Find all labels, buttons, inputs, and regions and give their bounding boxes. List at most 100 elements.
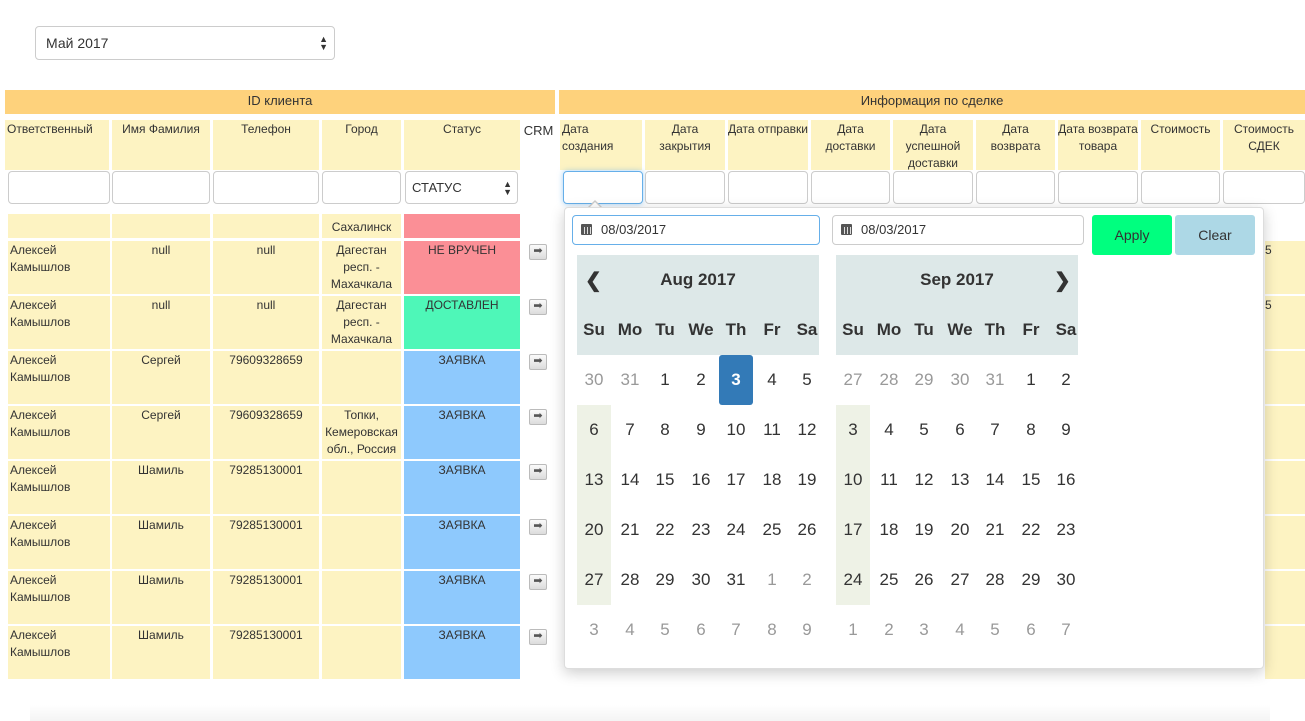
- calendar-day[interactable]: 1: [1014, 355, 1048, 405]
- calendar-day[interactable]: 7: [1049, 605, 1083, 655]
- calendar-day[interactable]: 30: [943, 355, 977, 405]
- calendar-day[interactable]: 16: [684, 455, 718, 505]
- calendar-day[interactable]: 30: [684, 555, 718, 605]
- calendar-day[interactable]: 23: [1049, 505, 1083, 555]
- calendar-day[interactable]: 27: [836, 355, 870, 405]
- filter-phone-input[interactable]: [213, 171, 319, 204]
- calendar-day[interactable]: 20: [577, 505, 611, 555]
- calendar-day[interactable]: 9: [684, 405, 718, 455]
- calendar-day[interactable]: 19: [907, 505, 941, 555]
- crm-open-button[interactable]: ➡: [529, 574, 547, 590]
- calendar-day[interactable]: 27: [943, 555, 977, 605]
- crm-open-button[interactable]: ➡: [529, 354, 547, 370]
- calendar-day[interactable]: 15: [648, 455, 682, 505]
- calendar-day[interactable]: 5: [790, 355, 824, 405]
- crm-open-button[interactable]: ➡: [529, 629, 547, 645]
- calendar-day[interactable]: 6: [684, 605, 718, 655]
- apply-button[interactable]: Apply: [1092, 215, 1172, 255]
- calendar-day[interactable]: 29: [648, 555, 682, 605]
- calendar-day[interactable]: 12: [790, 405, 824, 455]
- calendar-day[interactable]: 2: [1049, 355, 1083, 405]
- calendar-day[interactable]: 7: [613, 405, 647, 455]
- filter-returned-input[interactable]: [976, 171, 1055, 204]
- filter-city-input[interactable]: [322, 171, 401, 204]
- calendar-day[interactable]: 15: [1014, 455, 1048, 505]
- calendar-day[interactable]: 5: [907, 405, 941, 455]
- calendar-day[interactable]: 6: [943, 405, 977, 455]
- calendar-day[interactable]: 7: [978, 405, 1012, 455]
- calendar-day[interactable]: 3: [719, 355, 753, 405]
- calendar-day[interactable]: 18: [755, 455, 789, 505]
- calendar-day[interactable]: 1: [648, 355, 682, 405]
- calendar-day[interactable]: 20: [943, 505, 977, 555]
- calendar-day[interactable]: 30: [577, 355, 611, 405]
- calendar-day[interactable]: 4: [613, 605, 647, 655]
- calendar-day[interactable]: 31: [978, 355, 1012, 405]
- chevron-right-icon[interactable]: ❯: [1054, 268, 1071, 293]
- calendar-day[interactable]: 24: [719, 505, 753, 555]
- calendar-day[interactable]: 28: [872, 355, 906, 405]
- calendar-day[interactable]: 4: [755, 355, 789, 405]
- end-date-input[interactable]: 08/03/2017: [832, 215, 1084, 245]
- calendar-day[interactable]: 23: [684, 505, 718, 555]
- calendar-day[interactable]: 9: [790, 605, 824, 655]
- calendar-day[interactable]: 10: [836, 455, 870, 505]
- calendar-day[interactable]: 8: [755, 605, 789, 655]
- calendar-day[interactable]: 4: [943, 605, 977, 655]
- calendar-day[interactable]: 13: [943, 455, 977, 505]
- calendar-day[interactable]: 4: [872, 405, 906, 455]
- filter-goods-return-input[interactable]: [1058, 171, 1138, 204]
- calendar-day[interactable]: 7: [719, 605, 753, 655]
- calendar-day[interactable]: 25: [755, 505, 789, 555]
- clear-button[interactable]: Clear: [1175, 215, 1255, 255]
- calendar-day[interactable]: 30: [1049, 555, 1083, 605]
- calendar-day[interactable]: 9: [1049, 405, 1083, 455]
- month-select[interactable]: Май 2017 ▲ ▼: [35, 26, 335, 60]
- crm-open-button[interactable]: ➡: [529, 409, 547, 425]
- filter-cost-input[interactable]: [1141, 171, 1220, 204]
- filter-name-input[interactable]: [112, 171, 210, 204]
- crm-open-button[interactable]: ➡: [529, 519, 547, 535]
- calendar-day[interactable]: 5: [978, 605, 1012, 655]
- filter-success-delivery-input[interactable]: [893, 171, 973, 204]
- calendar-day[interactable]: 3: [836, 405, 870, 455]
- calendar-day[interactable]: 19: [790, 455, 824, 505]
- calendar-day[interactable]: 24: [836, 555, 870, 605]
- calendar-day[interactable]: 28: [978, 555, 1012, 605]
- filter-closed-input[interactable]: [645, 171, 725, 204]
- calendar-day[interactable]: 1: [755, 555, 789, 605]
- filter-cdek-cost-input[interactable]: [1223, 171, 1305, 204]
- calendar-day[interactable]: 29: [1014, 555, 1048, 605]
- calendar-day[interactable]: 13: [577, 455, 611, 505]
- calendar-day[interactable]: 6: [577, 405, 611, 455]
- calendar-day[interactable]: 8: [648, 405, 682, 455]
- calendar-day[interactable]: 2: [684, 355, 718, 405]
- crm-open-button[interactable]: ➡: [529, 244, 547, 260]
- calendar-day[interactable]: 21: [978, 505, 1012, 555]
- crm-open-button[interactable]: ➡: [529, 299, 547, 315]
- calendar-day[interactable]: 22: [648, 505, 682, 555]
- calendar-day[interactable]: 17: [719, 455, 753, 505]
- calendar-day[interactable]: 3: [907, 605, 941, 655]
- calendar-day[interactable]: 2: [872, 605, 906, 655]
- calendar-day[interactable]: 28: [613, 555, 647, 605]
- calendar-day[interactable]: 2: [790, 555, 824, 605]
- filter-created-input[interactable]: [563, 171, 643, 204]
- calendar-day[interactable]: 16: [1049, 455, 1083, 505]
- calendar-day[interactable]: 11: [755, 405, 789, 455]
- calendar-day[interactable]: 25: [872, 555, 906, 605]
- calendar-day[interactable]: 26: [907, 555, 941, 605]
- calendar-day[interactable]: 26: [790, 505, 824, 555]
- calendar-day[interactable]: 6: [1014, 605, 1048, 655]
- calendar-day[interactable]: 31: [719, 555, 753, 605]
- calendar-day[interactable]: 18: [872, 505, 906, 555]
- calendar-day[interactable]: 8: [1014, 405, 1048, 455]
- calendar-day[interactable]: 29: [907, 355, 941, 405]
- calendar-day[interactable]: 27: [577, 555, 611, 605]
- calendar-day[interactable]: 3: [577, 605, 611, 655]
- calendar-day[interactable]: 31: [613, 355, 647, 405]
- calendar-day[interactable]: 10: [719, 405, 753, 455]
- calendar-day[interactable]: 14: [613, 455, 647, 505]
- calendar-day[interactable]: 5: [648, 605, 682, 655]
- calendar-day[interactable]: 14: [978, 455, 1012, 505]
